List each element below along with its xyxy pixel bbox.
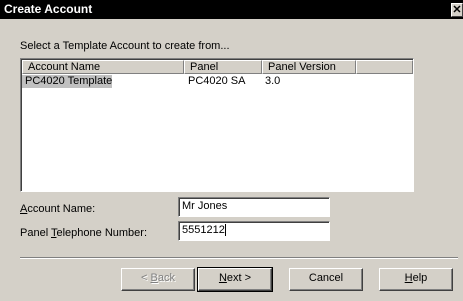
cell-panel-version: 3.0 (265, 75, 281, 87)
telephone-label: Panel Telephone Number: (20, 227, 148, 239)
separator (20, 257, 458, 259)
back-button[interactable]: < Back (121, 268, 195, 291)
title-bar: Create Account ✕ (0, 0, 463, 19)
account-name-value: Mr Jones (182, 200, 228, 212)
column-header-panel-version[interactable]: Panel Version (262, 60, 356, 74)
list-item[interactable]: PC4020 Template PC4020 SA 3.0 (22, 75, 413, 88)
help-button[interactable]: Help (379, 268, 453, 291)
window-title: Create Account (4, 2, 93, 16)
telephone-field[interactable]: 5551212 (178, 221, 330, 241)
column-header-account-name[interactable]: Account Name (22, 60, 184, 74)
column-header-panel[interactable]: Panel (184, 60, 262, 74)
list-header: Account Name Panel Panel Version (22, 60, 413, 74)
cell-account-name: PC4020 Template (22, 75, 113, 88)
template-prompt: Select a Template Account to create from… (20, 40, 230, 52)
telephone-value: 5551212 (182, 224, 225, 236)
next-button[interactable]: Next > (197, 267, 273, 292)
text-caret (224, 224, 226, 237)
account-name-field[interactable]: Mr Jones (178, 197, 330, 217)
close-icon: ✕ (452, 4, 462, 16)
account-name-label: Account Name: (20, 203, 96, 215)
cancel-button[interactable]: Cancel (289, 268, 363, 291)
cell-panel: PC4020 SA (188, 75, 246, 87)
template-account-list[interactable]: Account Name Panel Panel Version PC4020 … (20, 58, 414, 192)
column-header-spacer (356, 60, 413, 74)
close-button[interactable]: ✕ (451, 3, 463, 17)
